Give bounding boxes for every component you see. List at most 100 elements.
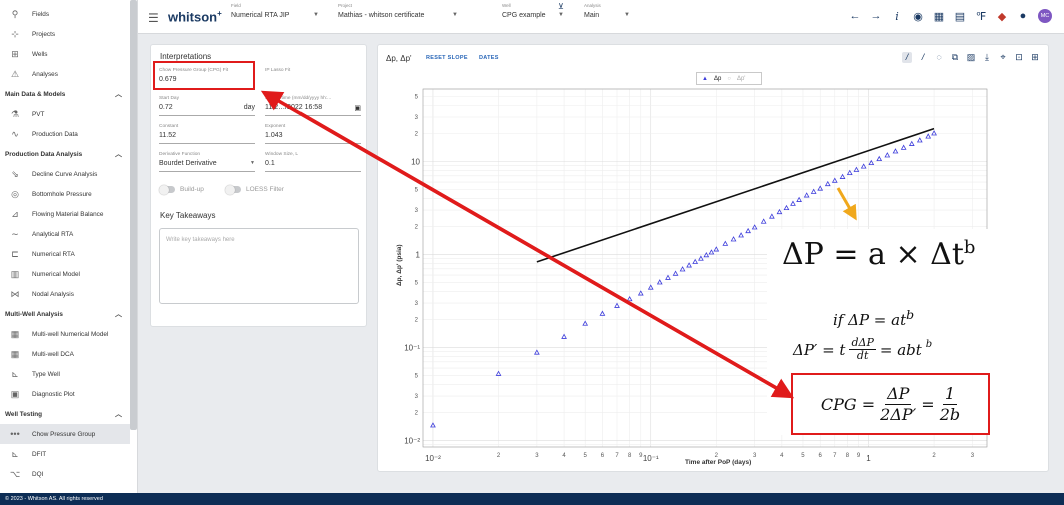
- data-point: [790, 200, 796, 206]
- chevron-up-icon[interactable]: ︿: [115, 89, 122, 99]
- window-size-input[interactable]: Window Size, L 0.1: [265, 152, 361, 172]
- section-title: Well Testing: [5, 410, 43, 418]
- x-minor-tick: 3: [535, 453, 539, 459]
- back-arrow-icon[interactable]: ←: [849, 10, 861, 22]
- section-title: Production Data Analysis: [5, 150, 83, 158]
- sidebar-item-production-data[interactable]: ∿ Production Data: [0, 124, 130, 144]
- field-dropdown[interactable]: Field Numerical RTA JIP ▼: [231, 3, 319, 31]
- sidebar-section-header[interactable]: Well Testing ︿: [5, 406, 130, 422]
- sidebar-section-header[interactable]: Multi-Well Analysis ︿: [5, 306, 130, 322]
- forward-arrow-icon[interactable]: →: [870, 10, 882, 22]
- help-icon[interactable]: ●: [1017, 10, 1029, 22]
- sidebar-item-diagnostic-plot[interactable]: ▣ Diagnostic Plot: [0, 384, 130, 404]
- data-point: [803, 192, 810, 198]
- build-up-toggle[interactable]: Build-up: [159, 184, 204, 195]
- sidebar-item-multi-well-dca[interactable]: ▦ Multi-well DCA: [0, 344, 130, 364]
- x-minor-tick: 5: [584, 453, 588, 459]
- sidebar-item-dfit[interactable]: ⊾ DFIT: [0, 444, 130, 464]
- feedback-icon[interactable]: ◆: [996, 10, 1008, 23]
- sidebar-scrollbar[interactable]: [130, 0, 137, 430]
- document-icon[interactable]: ▤: [954, 10, 966, 23]
- x-minor-tick: 5: [801, 453, 805, 459]
- sidebar-item-numerical-model[interactable]: ▥ Numerical Model: [0, 264, 130, 284]
- calculator-icon[interactable]: ▦: [933, 10, 945, 23]
- sidebar-item-fields[interactable]: ⚲ Fields: [0, 4, 130, 24]
- sidebar-item-label: PVT: [32, 110, 45, 118]
- avatar[interactable]: MC: [1038, 9, 1052, 23]
- globe-icon[interactable]: ◉: [912, 10, 924, 23]
- menu-icon[interactable]: ☰: [148, 11, 159, 25]
- cpg-formula-box: CPG = ΔP 2ΔP′ = 1 2b: [791, 373, 990, 435]
- project-dropdown[interactable]: Project Mathias - whitson certificate ▼: [338, 3, 458, 31]
- pvt-icon: ⚗: [10, 108, 20, 119]
- key-takeaways-textarea[interactable]: Write key takeaways here: [159, 228, 359, 304]
- data-point: [722, 240, 729, 246]
- temperature-icon[interactable]: ℉: [975, 10, 987, 23]
- sidebar-section-header[interactable]: Production Data Analysis ︿: [5, 146, 130, 162]
- y-minor-tick: 2: [415, 224, 419, 230]
- filter-icon[interactable]: ⊻: [558, 2, 564, 11]
- well-dropdown[interactable]: Well CPG example ▼: [502, 3, 564, 31]
- type-well-icon: ⊾: [11, 368, 19, 379]
- diagnostic-plot-icon: ▣: [10, 388, 20, 399]
- data-point: [760, 218, 767, 224]
- whitson-logo[interactable]: whitson+: [168, 9, 222, 24]
- sidebar-item-decline-curve-analysis[interactable]: ⇘ Decline Curve Analysis: [0, 164, 130, 184]
- sidebar-item-multi-well-numerical-model[interactable]: ▦ Multi-well Numerical Model: [0, 324, 130, 344]
- x-major-tick: 1: [866, 454, 871, 463]
- sidebar-item-flowing-material-balance[interactable]: ⊿ Flowing Material Balance: [0, 204, 130, 224]
- analysis-dropdown[interactable]: Analysis Main ▼: [584, 3, 630, 31]
- data-point: [884, 152, 891, 158]
- x-minor-tick: 3: [753, 453, 757, 459]
- sidebar-section-header[interactable]: Main Data & Models ︿: [5, 86, 130, 102]
- formula-derivative: ΔP′ = t dΔP dt = abt b: [793, 336, 933, 362]
- sidebar-item-projects[interactable]: ⊹ Projects: [0, 24, 130, 44]
- sidebar-item-nodal-analysis[interactable]: ⋈ Nodal Analysis: [0, 284, 130, 304]
- sidebar-item-label: Analyses: [32, 70, 58, 78]
- x-minor-tick: 6: [819, 453, 823, 459]
- chevron-up-icon[interactable]: ︿: [115, 149, 122, 159]
- sidebar-item-label: Multi-well Numerical Model: [32, 330, 109, 338]
- sidebar-item-wells[interactable]: ⊞ Wells: [0, 44, 130, 64]
- top-bar: ☰ whitson+ Field Numerical RTA JIP ▼ Proj…: [138, 0, 1064, 34]
- bottomhole-pressure-icon: ◎: [11, 188, 19, 199]
- sidebar-item-chow-pressure-group[interactable]: ••• Chow Pressure Group: [0, 424, 130, 444]
- derivative-function-select[interactable]: Derivative Function Bourdet Derivative ▼: [159, 152, 255, 172]
- y-minor-tick: 3: [415, 394, 419, 400]
- sidebar-item-analytical-rta[interactable]: ∼ Analytical RTA: [0, 224, 130, 244]
- sidebar-item-analyses[interactable]: ⚠ Analyses: [0, 64, 130, 84]
- sidebar-item-label: Type Well: [32, 370, 60, 378]
- chevron-down-icon: ▼: [250, 160, 255, 166]
- shut-in-time-input[interactable]: Shut-in time (mm/dd/yyyy hh:... 11/2…/20…: [265, 96, 361, 116]
- sidebar-item-type-well[interactable]: ⊾ Type Well: [0, 364, 130, 384]
- y-minor-tick: 5: [415, 94, 419, 100]
- nodal-analysis-icon: ⋈: [10, 288, 20, 299]
- chevron-down-icon: ▼: [452, 12, 458, 18]
- chevron-up-icon[interactable]: ︿: [115, 409, 122, 419]
- info-icon[interactable]: i: [891, 10, 903, 23]
- sidebar-item-dqi[interactable]: ⌥ DQI: [0, 464, 130, 484]
- loess-filter-toggle[interactable]: LOESS Filter: [225, 184, 284, 195]
- multiwell-model-icon: ▦: [10, 328, 20, 339]
- constant-input[interactable]: Constant 11.52: [159, 124, 255, 144]
- sidebar-item-bottomhole-pressure[interactable]: ◎ Bottomhole Pressure: [0, 184, 130, 204]
- chevron-up-icon[interactable]: ︿: [115, 309, 122, 319]
- x-minor-tick: 8: [846, 453, 850, 459]
- sidebar-item-label: Analytical RTA: [32, 230, 74, 238]
- y-minor-tick: 5: [415, 280, 419, 286]
- data-point: [908, 140, 915, 146]
- dqi-icon: ⌥: [9, 468, 21, 479]
- calendar-icon[interactable]: ▣: [354, 104, 361, 112]
- chevron-down-icon: ▼: [558, 12, 564, 18]
- data-point: [783, 204, 790, 211]
- exponent-input[interactable]: Exponent 1.043: [265, 124, 361, 144]
- y-major-tick: 10⁻²: [404, 436, 420, 445]
- sidebar-item-numerical-rta[interactable]: ⊏ Numerical RTA: [0, 244, 130, 264]
- sidebar-item-pvt[interactable]: ⚗ PVT: [0, 104, 130, 124]
- x-minor-tick: 9: [857, 453, 861, 459]
- chevron-down-icon: ▼: [313, 12, 319, 18]
- cpg-highlight-box: [153, 61, 255, 90]
- sidebar-item-label: Decline Curve Analysis: [32, 170, 98, 178]
- start-day-input[interactable]: Start Day 0.72 day: [159, 96, 255, 116]
- y-minor-tick: 3: [415, 301, 419, 307]
